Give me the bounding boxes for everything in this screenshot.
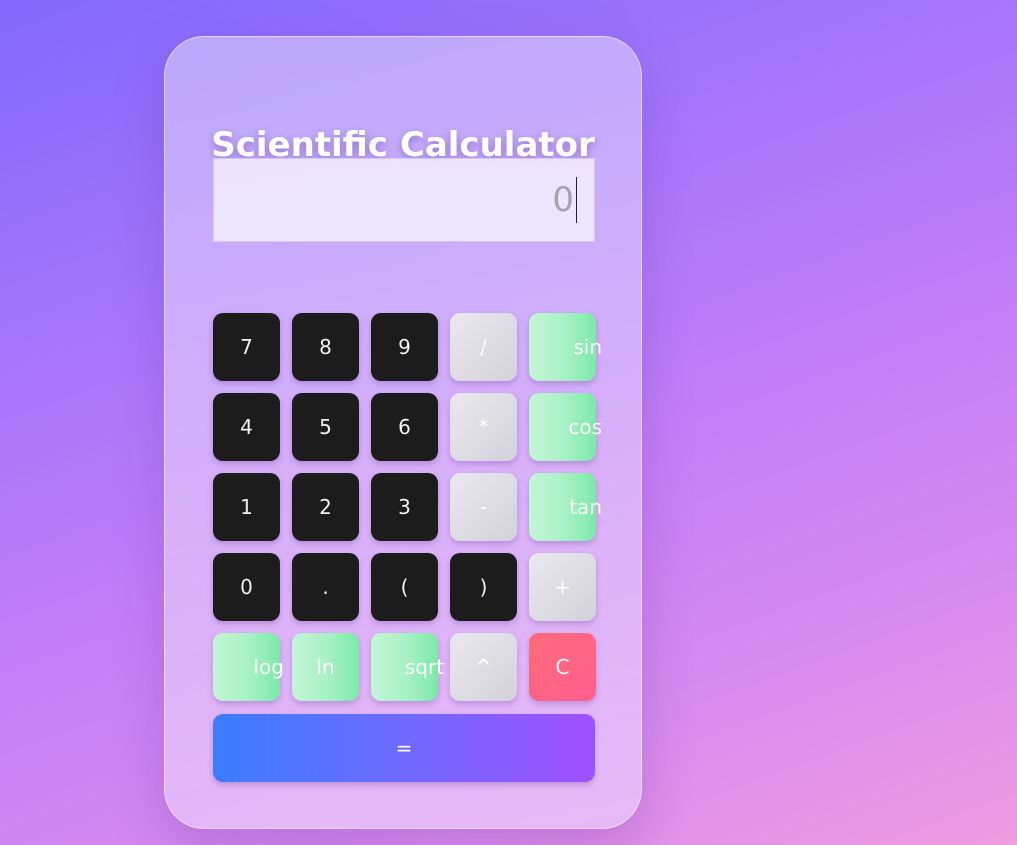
- key-sqrt[interactable]: sqrt: [371, 633, 444, 701]
- key-1[interactable]: 1: [213, 473, 280, 541]
- key-open-paren[interactable]: (: [371, 553, 438, 621]
- key-0[interactable]: 0: [213, 553, 280, 621]
- key-label: 8: [319, 335, 332, 359]
- key-label: 5: [319, 415, 332, 439]
- key-subtract[interactable]: -: [450, 473, 517, 541]
- key-ln[interactable]: ln: [292, 633, 359, 701]
- key-power[interactable]: ^: [450, 633, 517, 701]
- key-2[interactable]: 2: [292, 473, 359, 541]
- key-label: log: [253, 655, 285, 679]
- key-label: 3: [398, 495, 411, 519]
- key-decimal[interactable]: .: [292, 553, 359, 621]
- key-8[interactable]: 8: [292, 313, 359, 381]
- key-multiply[interactable]: *: [450, 393, 517, 461]
- key-cos[interactable]: cos: [529, 393, 602, 461]
- key-3[interactable]: 3: [371, 473, 438, 541]
- key-label: 0: [240, 575, 253, 599]
- key-add[interactable]: +: [529, 553, 596, 621]
- key-6[interactable]: 6: [371, 393, 438, 461]
- key-label: cos: [568, 415, 602, 439]
- calculator-card: Scientific Calculator 0 7 8 9 / sin 4 5 …: [164, 36, 642, 829]
- key-label: 2: [319, 495, 332, 519]
- key-log[interactable]: log: [213, 633, 284, 701]
- key-label: -: [479, 495, 488, 519]
- key-clear[interactable]: C: [529, 633, 596, 701]
- key-sin[interactable]: sin: [529, 313, 602, 381]
- text-cursor: [576, 177, 577, 223]
- key-divide[interactable]: /: [450, 313, 517, 381]
- calculator-display[interactable]: 0: [213, 158, 595, 242]
- key-label: (: [400, 575, 409, 599]
- key-5[interactable]: 5: [292, 393, 359, 461]
- equals-button[interactable]: =: [213, 714, 595, 782]
- key-label: *: [478, 415, 489, 439]
- key-close-paren[interactable]: ): [450, 553, 517, 621]
- key-label: sqrt: [404, 655, 444, 679]
- key-label: 9: [398, 335, 411, 359]
- key-label: 1: [240, 495, 253, 519]
- key-label: +: [554, 575, 571, 599]
- key-7[interactable]: 7: [213, 313, 280, 381]
- key-label: ln: [316, 655, 335, 679]
- key-label: =: [395, 736, 413, 760]
- key-label: sin: [573, 335, 602, 359]
- key-label: ): [479, 575, 488, 599]
- key-label: /: [480, 335, 487, 359]
- key-label: C: [555, 655, 570, 679]
- display-value: 0: [552, 180, 574, 220]
- key-label: 4: [240, 415, 253, 439]
- key-tan[interactable]: tan: [529, 473, 602, 541]
- key-9[interactable]: 9: [371, 313, 438, 381]
- key-label: ^: [475, 655, 492, 679]
- key-4[interactable]: 4: [213, 393, 280, 461]
- key-label: .: [322, 575, 329, 599]
- key-label: 7: [240, 335, 253, 359]
- key-label: tan: [569, 495, 602, 519]
- key-label: 6: [398, 415, 411, 439]
